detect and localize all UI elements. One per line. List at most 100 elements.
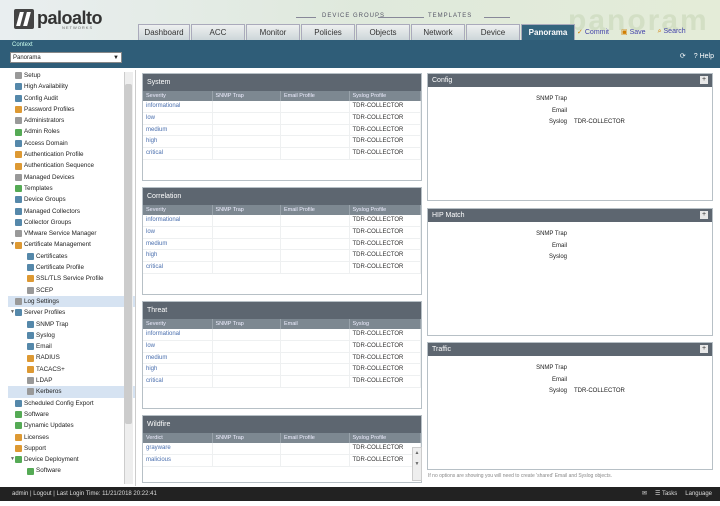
sidebar-item[interactable]: Administrators bbox=[8, 115, 135, 126]
column-header[interactable]: SNMP Trap bbox=[213, 91, 281, 101]
severity-link[interactable]: critical bbox=[143, 376, 213, 387]
panel-scrollbar[interactable]: ▲ ▼ bbox=[412, 447, 422, 481]
table-row[interactable]: low TDR-COLLECTOR bbox=[143, 112, 421, 125]
column-header[interactable]: Email Profile bbox=[281, 91, 350, 101]
sidebar-item[interactable]: Authentication Sequence bbox=[8, 160, 135, 171]
field-row[interactable]: Email bbox=[428, 108, 712, 120]
severity-link[interactable]: low bbox=[143, 340, 213, 352]
sidebar-item[interactable]: Software bbox=[8, 465, 135, 476]
table-row[interactable]: high TDR-COLLECTOR bbox=[143, 136, 421, 149]
sidebar-item[interactable]: Email bbox=[8, 341, 135, 352]
expand-icon[interactable]: + bbox=[700, 345, 708, 353]
table-row[interactable]: informational TDR-COLLECTOR bbox=[143, 329, 421, 341]
column-header[interactable]: Severity bbox=[143, 205, 213, 215]
field-row[interactable]: SNMP Trap bbox=[428, 365, 712, 377]
sidebar-item[interactable]: SNMP Trap bbox=[8, 319, 135, 330]
sidebar-item[interactable]: Certificate Profile bbox=[8, 262, 135, 273]
sidebar-item[interactable]: Licenses bbox=[8, 432, 135, 443]
table-row[interactable]: informational TDR-COLLECTOR bbox=[143, 101, 421, 113]
sidebar-item[interactable]: Certificates bbox=[8, 251, 135, 262]
sidebar-item[interactable]: ▼ Device Deployment bbox=[8, 454, 135, 465]
sidebar-item[interactable]: Password Profiles bbox=[8, 104, 135, 115]
column-header[interactable]: Syslog Profile bbox=[350, 205, 421, 215]
sidebar-item[interactable]: Scheduled Config Export bbox=[8, 398, 135, 409]
table-row[interactable]: low TDR-COLLECTOR bbox=[143, 340, 421, 353]
severity-link[interactable]: informational bbox=[143, 215, 213, 226]
severity-link[interactable]: medium bbox=[143, 352, 213, 364]
column-header[interactable]: Severity bbox=[143, 91, 213, 101]
tab-network[interactable]: Network bbox=[411, 24, 465, 40]
sidebar-item[interactable]: Support bbox=[8, 443, 135, 454]
commit-button[interactable]: ✓ Commit bbox=[577, 28, 609, 36]
table-row[interactable]: medium TDR-COLLECTOR bbox=[143, 124, 421, 137]
column-header[interactable]: Syslog bbox=[350, 319, 421, 329]
severity-link[interactable]: low bbox=[143, 112, 213, 124]
table-row[interactable]: grayware TDR-COLLECTOR bbox=[143, 443, 421, 455]
scroll-down-icon[interactable]: ▼ bbox=[413, 459, 421, 470]
column-header[interactable]: Email Profile bbox=[281, 433, 350, 443]
sidebar-item[interactable]: RADIUS bbox=[8, 352, 135, 363]
sidebar-item[interactable]: LDAP bbox=[8, 375, 135, 386]
sidebar-item[interactable]: Log Settings bbox=[8, 295, 135, 308]
sidebar-item[interactable]: Kerberos bbox=[8, 386, 135, 398]
severity-link[interactable]: medium bbox=[143, 124, 213, 136]
table-row[interactable]: low TDR-COLLECTOR bbox=[143, 226, 421, 239]
sidebar-item[interactable]: SSL/TLS Service Profile bbox=[8, 273, 135, 284]
help-button[interactable]: ? Help bbox=[694, 53, 714, 60]
column-header[interactable]: Syslog Profile bbox=[350, 433, 421, 443]
table-row[interactable]: high TDR-COLLECTOR bbox=[143, 250, 421, 263]
column-header[interactable]: SNMP Trap bbox=[213, 205, 281, 215]
column-header[interactable]: SNMP Trap bbox=[213, 319, 281, 329]
expand-icon[interactable]: + bbox=[700, 211, 708, 219]
table-row[interactable]: critical TDR-COLLECTOR bbox=[143, 262, 421, 274]
refresh-icon[interactable]: ⟳ bbox=[680, 52, 686, 60]
sidebar-item[interactable]: High Availability bbox=[8, 81, 135, 92]
sidebar-item[interactable]: Config Audit bbox=[8, 93, 135, 104]
column-header[interactable]: Email Profile bbox=[281, 205, 350, 215]
table-row[interactable]: medium TDR-COLLECTOR bbox=[143, 238, 421, 251]
sidebar-scroll-thumb[interactable] bbox=[125, 84, 132, 424]
search-button[interactable]: ⌕ Search bbox=[658, 28, 686, 36]
sidebar-item[interactable]: TACACS+ bbox=[8, 364, 135, 375]
sidebar-item[interactable]: Syslog bbox=[8, 330, 135, 341]
table-row[interactable]: medium TDR-COLLECTOR bbox=[143, 352, 421, 365]
field-row[interactable]: Syslog TDR-COLLECTOR bbox=[428, 388, 712, 400]
context-select[interactable]: Panorama ▼ bbox=[10, 52, 122, 63]
field-row[interactable]: Syslog bbox=[428, 254, 712, 266]
tab-monitor[interactable]: Monitor bbox=[246, 24, 300, 40]
field-row[interactable]: Syslog TDR-COLLECTOR bbox=[428, 119, 712, 131]
save-button[interactable]: ▣ Save bbox=[621, 28, 646, 36]
expand-icon[interactable]: + bbox=[700, 76, 708, 84]
tab-panorama[interactable]: Panorama bbox=[521, 24, 575, 40]
sidebar-item[interactable]: VMware Service Manager bbox=[8, 228, 135, 239]
tab-policies[interactable]: Policies bbox=[301, 24, 355, 40]
table-row[interactable]: malicious TDR-COLLECTOR bbox=[143, 454, 421, 467]
sidebar-item[interactable]: SCEP bbox=[8, 285, 135, 296]
mail-icon[interactable]: ✉ bbox=[642, 487, 647, 501]
field-row[interactable]: SNMP Trap bbox=[428, 231, 712, 243]
sidebar-item[interactable]: Setup bbox=[8, 70, 135, 81]
sidebar-item[interactable]: Admin Roles bbox=[8, 126, 135, 137]
sidebar-item[interactable]: Collector Groups bbox=[8, 217, 135, 228]
severity-link[interactable]: informational bbox=[143, 329, 213, 340]
sidebar-item[interactable]: Templates bbox=[8, 183, 135, 194]
tab-acc[interactable]: ACC bbox=[191, 24, 245, 40]
column-header[interactable]: Syslog Profile bbox=[350, 91, 421, 101]
severity-link[interactable]: high bbox=[143, 136, 213, 148]
severity-link[interactable]: high bbox=[143, 364, 213, 376]
sidebar-item[interactable]: Device Groups bbox=[8, 194, 135, 205]
table-row[interactable]: informational TDR-COLLECTOR bbox=[143, 215, 421, 227]
sidebar-item[interactable]: Access Domain bbox=[8, 138, 135, 149]
table-row[interactable]: critical TDR-COLLECTOR bbox=[143, 148, 421, 160]
severity-link[interactable]: high bbox=[143, 250, 213, 262]
severity-link[interactable]: informational bbox=[143, 101, 213, 112]
field-row[interactable]: Email bbox=[428, 377, 712, 389]
tab-device[interactable]: Device bbox=[466, 24, 520, 40]
column-header[interactable]: Email bbox=[281, 319, 350, 329]
language-button[interactable]: Language bbox=[685, 487, 712, 501]
severity-link[interactable]: medium bbox=[143, 238, 213, 250]
sidebar-item[interactable]: Managed Collectors bbox=[8, 206, 135, 217]
tab-objects[interactable]: Objects bbox=[356, 24, 410, 40]
severity-link[interactable]: grayware bbox=[143, 443, 213, 454]
table-row[interactable]: high TDR-COLLECTOR bbox=[143, 364, 421, 377]
